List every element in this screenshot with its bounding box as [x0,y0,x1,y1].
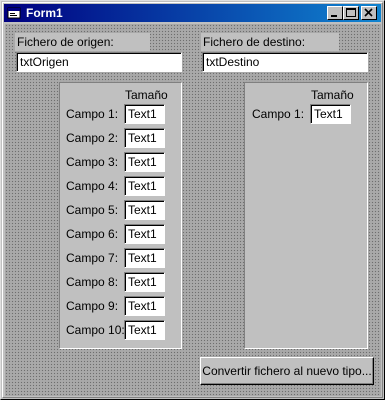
origen-size-header: Tamaño [125,88,168,102]
form-client-area: Fichero de origen: txtOrigen Fichero de … [5,24,381,396]
destino-size-textbox[interactable]: Text1 [310,104,351,124]
title-bar[interactable]: Form1 [4,4,381,22]
origen-field-label: Campo 8: [66,275,119,289]
origen-field-label: Campo 6: [66,227,119,241]
origen-size-textbox[interactable]: Text1 [124,224,165,244]
origen-textbox[interactable]: txtOrigen [16,52,182,72]
close-icon [364,8,373,17]
origen-size-textbox[interactable]: Text1 [124,128,165,148]
origen-size-textbox[interactable]: Text1 [124,320,165,340]
origen-label: Fichero de origen: [15,33,150,51]
origen-size-textbox[interactable]: Text1 [124,248,165,268]
origen-field-label: Campo 7: [66,251,119,265]
destino-fields-panel: Tamaño Campo 1: Text1 [244,82,368,349]
origen-field-label: Campo 4: [66,179,119,193]
origen-field-label: Campo 1: [66,107,119,121]
maximize-icon [346,8,356,17]
minimize-icon [331,15,337,17]
minimize-button[interactable] [327,6,343,20]
origen-field-label: Campo 10: [66,323,125,337]
convert-file-button[interactable]: Convertir fichero al nuevo tipo... [200,357,374,385]
origen-fields-panel: Tamaño Campo 1: Text1 Campo 2: Text1 Campo 3… [59,82,182,349]
origen-size-textbox[interactable]: Text1 [124,200,165,220]
maximize-button[interactable] [343,6,359,20]
origen-field-label: Campo 2: [66,131,119,145]
window-title: Form1 [26,6,63,20]
destino-size-header: Tamaño [311,88,354,102]
origen-field-label: Campo 9: [66,299,119,313]
vb-form-icon [7,7,21,19]
origen-size-textbox[interactable]: Text1 [124,152,165,172]
origen-field-label: Campo 5: [66,203,119,217]
destino-field-label: Campo 1: [252,107,305,121]
origen-size-textbox[interactable]: Text1 [124,104,165,124]
destino-label: Fichero de destino: [201,33,339,51]
form-window: Form1 Fichero de origen: txtOrigen Fiche… [0,0,385,400]
close-button[interactable] [361,6,377,20]
origen-size-textbox[interactable]: Text1 [124,296,165,316]
origen-size-textbox[interactable]: Text1 [124,272,165,292]
origen-field-label: Campo 3: [66,155,119,169]
destino-textbox[interactable]: txtDestino [202,52,368,72]
origen-size-textbox[interactable]: Text1 [124,176,165,196]
